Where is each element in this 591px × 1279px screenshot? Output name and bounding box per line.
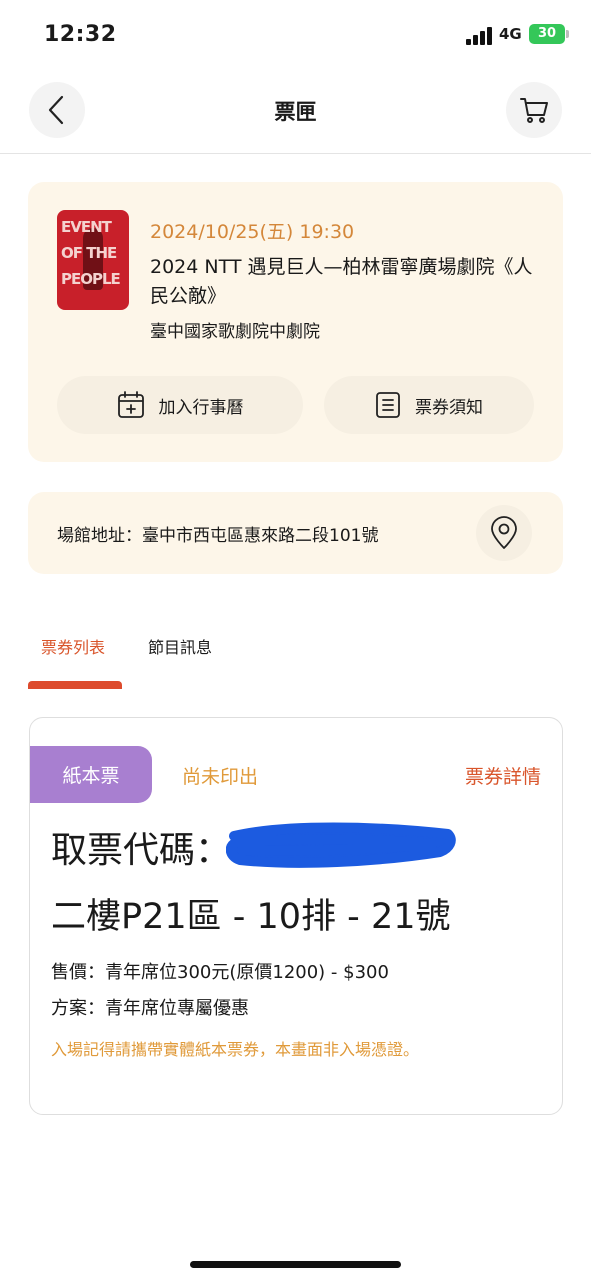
ticket-print-status: 尚未印出 [182,766,259,788]
cart-icon [520,98,548,123]
event-title: 2024 NTT 遇見巨人—柏林雷寧廣場劇院《人民公敵》 [150,256,533,307]
status-bar: 12:32 4G 30 [0,0,591,70]
cart-button[interactable] [506,82,562,138]
venue-address-card: 場館地址：臺中市西屯區惠來路二段101號 [28,492,563,574]
calendar-add-icon [117,391,144,418]
ticket-seat: 二樓P21區 - 10排 - 21號 [51,897,451,937]
ticket-detail-link[interactable]: 票券詳情 [465,762,541,789]
tab-event-info[interactable]: 節目訊息 [148,634,212,658]
battery-icon: 30 [529,24,565,44]
nav-bar: 票匣 [0,82,591,142]
ticket-notice-button[interactable]: 票券須知 [324,376,534,434]
poster-text: PEOPLE [61,270,121,288]
event-date: 2024/10/25(五) 19:30 [150,221,355,243]
event-venue: 臺中國家歌劇院中劇院 [150,322,320,342]
nav-divider [0,153,591,154]
status-time: 12:32 [44,22,117,47]
map-button[interactable] [476,505,532,561]
location-pin-icon [491,516,517,549]
add-calendar-button[interactable]: 加入行事曆 [57,376,303,434]
document-icon [376,392,400,418]
event-poster[interactable]: EVENT OF THE PEOPLE [57,210,129,310]
tab-ticket-list[interactable]: 票券列表 [41,634,105,658]
home-indicator [190,1261,401,1268]
ticket-price: 售價：青年席位300元(原價1200) - $300 [51,962,389,983]
event-card: EVENT OF THE PEOPLE 2024/10/25(五) 19:30 … [28,182,563,462]
add-calendar-label: 加入行事曆 [158,397,244,418]
poster-text: OF THE [61,244,117,262]
ticket-card: 紙本票 尚未印出 票券詳情 取票代碼： 二樓P21區 - 10排 - 21號 售… [29,717,563,1115]
page-title: 票匣 [274,100,317,124]
tab-indicator [28,681,122,689]
venue-address: 場館地址：臺中市西屯區惠來路二段101號 [57,526,379,546]
entry-notice: 入場記得請攜帶實體紙本票券，本畫面非入場憑證。 [51,1040,420,1059]
battery-tip [566,30,569,38]
ticket-type-badge: 紙本票 [30,746,152,803]
pickup-code-label: 取票代碼： [51,830,232,871]
poster-text: EVENT [61,218,112,236]
signal-icon [466,27,494,45]
ticket-notice-label: 票券須知 [415,397,483,418]
redacted-code-scribble [226,822,456,868]
ticket-plan: 方案：青年席位專屬優惠 [51,998,249,1019]
network-type: 4G [499,25,522,43]
